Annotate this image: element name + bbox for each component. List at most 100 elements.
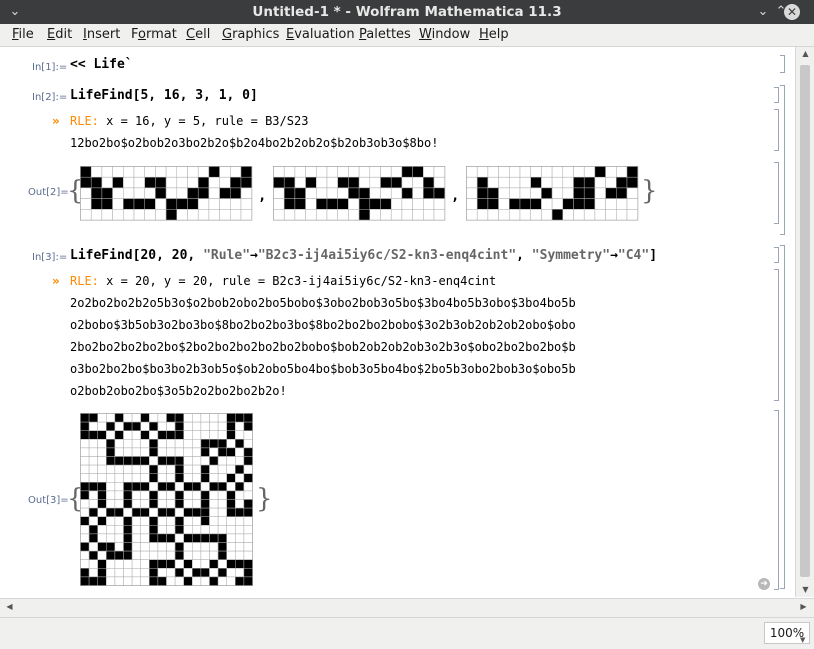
vertical-scrollbar[interactable]: ▲ ▼ bbox=[795, 47, 814, 597]
dead-cell bbox=[217, 421, 227, 431]
menu-window[interactable]: Window bbox=[419, 27, 470, 42]
dead-cell bbox=[305, 198, 317, 210]
dead-cell bbox=[192, 439, 202, 449]
scroll-left-icon[interactable]: ◀ bbox=[0, 602, 19, 611]
cell-bracket-2-print[interactable] bbox=[774, 109, 779, 151]
cell-bracket-3-print[interactable] bbox=[774, 269, 779, 401]
dead-cell bbox=[133, 187, 145, 199]
cell-bracket-3-in[interactable] bbox=[774, 247, 779, 263]
close-icon[interactable]: ✕ bbox=[784, 4, 800, 20]
dead-cell bbox=[217, 413, 227, 423]
dead-cell bbox=[123, 464, 133, 474]
live-cell bbox=[217, 447, 227, 457]
live-cell bbox=[123, 482, 133, 492]
vertical-scroll-thumb[interactable] bbox=[800, 65, 810, 577]
dead-cell bbox=[140, 559, 150, 569]
notebook-area[interactable]: In[1]:= << Life` In[2]:= LifeFind[5, 16,… bbox=[0, 47, 814, 597]
live-cell bbox=[123, 550, 133, 560]
live-cell bbox=[149, 421, 159, 431]
dead-cell bbox=[131, 568, 141, 578]
dead-cell bbox=[273, 209, 285, 221]
live-cell bbox=[174, 568, 184, 578]
live-cell bbox=[80, 166, 92, 178]
live-cell bbox=[326, 198, 338, 210]
minimize-icon[interactable]: ⌄ bbox=[754, 3, 772, 21]
cell-bracket-3[interactable] bbox=[780, 245, 785, 589]
cell-bracket-2[interactable] bbox=[780, 85, 785, 235]
live-cell bbox=[123, 198, 135, 210]
live-cell bbox=[369, 198, 381, 210]
menu-evaluation[interactable]: Evaluation bbox=[286, 27, 355, 42]
life-pattern-large[interactable] bbox=[80, 413, 253, 586]
in2-code[interactable]: LifeFind[5, 16, 3, 1, 0] bbox=[70, 88, 258, 103]
live-cell bbox=[140, 507, 150, 517]
dead-cell bbox=[97, 533, 107, 543]
life-pattern-1[interactable] bbox=[80, 166, 253, 221]
dead-cell bbox=[466, 198, 478, 210]
menu-file[interactable]: File bbox=[12, 27, 34, 42]
dead-cell bbox=[217, 576, 227, 586]
in1-code[interactable]: << Life` bbox=[70, 57, 133, 72]
menu-format[interactable]: Format bbox=[131, 27, 177, 42]
scroll-up-icon[interactable]: ▲ bbox=[796, 49, 814, 58]
menu-edit[interactable]: Edit bbox=[47, 27, 72, 42]
suggestions-bar-icon[interactable]: ➜ bbox=[758, 578, 770, 590]
cell-bracket-3-out[interactable] bbox=[774, 410, 779, 590]
chevron-down-icon[interactable]: ▼ bbox=[800, 636, 805, 644]
print-chevron-icon: » bbox=[52, 114, 60, 128]
dead-cell bbox=[149, 542, 159, 552]
dead-cell bbox=[149, 507, 159, 517]
dead-cell bbox=[235, 447, 245, 457]
cell-bracket-2-in[interactable] bbox=[774, 87, 779, 103]
live-cell bbox=[583, 187, 596, 199]
dead-cell bbox=[140, 516, 150, 526]
live-cell bbox=[149, 516, 159, 526]
live-cell bbox=[97, 430, 107, 440]
dead-cell bbox=[101, 209, 113, 221]
cell-bracket-1[interactable] bbox=[780, 55, 785, 73]
live-cell bbox=[348, 176, 360, 189]
horizontal-scrollbar[interactable]: ◀ ▶ bbox=[0, 598, 814, 617]
live-cell bbox=[243, 473, 253, 483]
live-cell bbox=[390, 176, 403, 189]
menu-bar: File Edit Insert Format Cell Graphics Ev… bbox=[0, 24, 814, 47]
dead-cell bbox=[509, 209, 521, 221]
live-cell bbox=[226, 430, 236, 440]
live-cell bbox=[192, 568, 202, 578]
scroll-right-icon[interactable]: ▶ bbox=[794, 602, 813, 611]
life-pattern-2[interactable] bbox=[273, 166, 446, 221]
dead-cell bbox=[97, 421, 107, 431]
dead-cell bbox=[273, 166, 285, 178]
live-cell bbox=[243, 576, 253, 586]
dead-cell bbox=[209, 542, 219, 552]
live-cell bbox=[226, 490, 236, 500]
dead-cell bbox=[217, 456, 227, 466]
cell-bracket-2-out[interactable] bbox=[774, 162, 779, 224]
menu-graphics[interactable]: Graphics bbox=[222, 27, 279, 42]
dead-cell bbox=[88, 516, 98, 526]
menu-cell[interactable]: Cell bbox=[186, 27, 210, 42]
dead-cell bbox=[235, 516, 245, 526]
menu-palettes[interactable]: Palettes bbox=[359, 27, 411, 42]
list-close-brace: } bbox=[256, 484, 273, 514]
live-cell bbox=[123, 456, 133, 466]
menu-help[interactable]: Help bbox=[479, 27, 509, 42]
live-cell bbox=[155, 176, 167, 189]
in3-code[interactable]: LifeFind[20, 20, "Rule"→"B2c3-ij4ai5iy6c… bbox=[70, 248, 657, 263]
dead-cell bbox=[605, 198, 617, 210]
dead-cell bbox=[106, 576, 116, 586]
live-cell bbox=[187, 187, 199, 199]
dead-cell bbox=[112, 209, 124, 221]
live-cell bbox=[348, 187, 360, 199]
live-cell bbox=[149, 525, 159, 535]
dead-cell bbox=[412, 198, 424, 210]
life-pattern-3[interactable] bbox=[466, 166, 639, 221]
live-cell bbox=[197, 187, 210, 199]
dead-cell bbox=[209, 464, 219, 474]
menu-insert[interactable]: Insert bbox=[83, 27, 120, 42]
dead-cell bbox=[88, 568, 98, 578]
status-bar bbox=[0, 617, 814, 649]
scroll-down-icon[interactable]: ▼ bbox=[796, 585, 814, 594]
dead-cell bbox=[123, 447, 133, 457]
dead-cell bbox=[208, 198, 220, 210]
